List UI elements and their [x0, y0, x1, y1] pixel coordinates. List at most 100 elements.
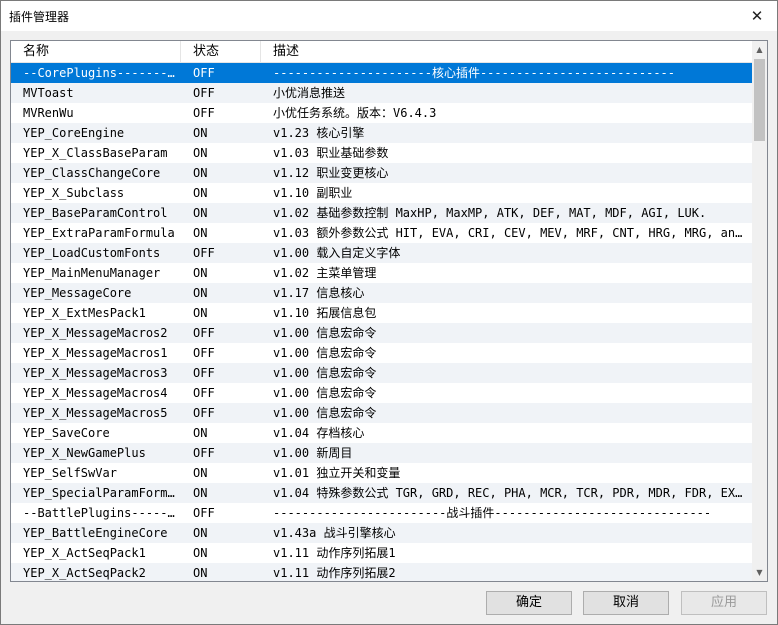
table-row[interactable]: YEP_LoadCustomFonts OFF v1.00 载入自定义字体: [11, 243, 752, 263]
table-row[interactable]: YEP_X_ActSeqPack1 ON v1.11 动作序列拓展1: [11, 543, 752, 563]
plugin-name-cell: YEP_X_MessageMacros5: [23, 406, 168, 420]
plugin-description-cell: v1.10 副职业: [273, 186, 353, 200]
plugin-list[interactable]: 名称 状态 描述 --CorePlugins--------- OFF ------…: [10, 40, 768, 582]
plugin-name-cell: --BattlePlugins-------: [23, 506, 181, 520]
plugin-description-cell: v1.43a 战斗引擎核心: [273, 526, 396, 540]
plugin-name-cell: YEP_ExtraParamFormula: [23, 226, 175, 240]
table-row[interactable]: YEP_X_MessageMacros4 OFF v1.00 信息宏命令: [11, 383, 752, 403]
table-row[interactable]: YEP_ClassChangeCore ON v1.12 职业变更核心: [11, 163, 752, 183]
plugin-description-cell: v1.10 拓展信息包: [273, 306, 377, 320]
table-row[interactable]: --BattlePlugins------- OFF ---------------…: [11, 503, 752, 523]
table-row[interactable]: YEP_X_ClassBaseParam ON v1.03 职业基础参数: [11, 143, 752, 163]
plugin-name-cell: YEP_SaveCore: [23, 426, 110, 440]
plugin-status-cell: OFF: [193, 406, 215, 420]
plugin-description-cell: v1.01 独立开关和变量: [273, 466, 401, 480]
title-bar: 插件管理器 ✕: [1, 1, 777, 31]
table-row[interactable]: YEP_BaseParamControl ON v1.02 基础参数控制 MaxHP…: [11, 203, 752, 223]
plugin-status-cell: OFF: [193, 106, 215, 120]
plugin-name-cell: YEP_MessageCore: [23, 286, 132, 300]
plugin-name-cell: YEP_X_NewGamePlus: [23, 446, 146, 460]
vertical-scrollbar[interactable]: ▲ ▼: [752, 41, 767, 581]
table-row[interactable]: YEP_X_ActSeqPack2 ON v1.11 动作序列拓展2: [11, 563, 752, 581]
plugin-name-cell: YEP_X_ExtMesPack1: [23, 306, 146, 320]
close-icon[interactable]: ✕: [737, 1, 777, 31]
plugin-status-cell: OFF: [193, 446, 215, 460]
plugin-status-cell: ON: [193, 266, 208, 280]
plugin-status-cell: ON: [193, 286, 208, 300]
plugin-description-cell: v1.04 特殊参数公式 TGR, GRD, REC, PHA, MCR, TC…: [273, 486, 749, 500]
apply-button[interactable]: 应用: [681, 591, 767, 615]
scrollbar-thumb[interactable]: [754, 59, 765, 141]
table-row[interactable]: YEP_X_ExtMesPack1 ON v1.10 拓展信息包: [11, 303, 752, 323]
plugin-status-cell: ON: [193, 206, 208, 220]
table-row[interactable]: YEP_CoreEngine ON v1.23 核心引擎: [11, 123, 752, 143]
plugin-name-cell: YEP_X_MessageMacros2: [23, 326, 168, 340]
table-row[interactable]: YEP_SaveCore ON v1.04 存档核心: [11, 423, 752, 443]
plugin-status-cell: ON: [193, 566, 208, 580]
plugin-name-cell: YEP_SpecialParamFormula: [23, 486, 181, 500]
plugin-description-cell: v1.23 核心引擎: [273, 126, 365, 140]
table-row[interactable]: YEP_X_MessageMacros1 OFF v1.00 信息宏命令: [11, 343, 752, 363]
plugin-status-cell: OFF: [193, 86, 215, 100]
scroll-up-arrow-icon[interactable]: ▲: [752, 41, 767, 58]
plugin-description-cell: v1.00 信息宏命令: [273, 366, 377, 380]
plugin-status-cell: OFF: [193, 346, 215, 360]
plugin-manager-window: 插件管理器 ✕ 名称 状态 描述 --CorePlugins--------- O…: [0, 0, 778, 625]
table-row[interactable]: YEP_MessageCore ON v1.17 信息核心: [11, 283, 752, 303]
plugin-description-cell: v1.17 信息核心: [273, 286, 365, 300]
plugin-description-cell: v1.02 主菜单管理: [273, 266, 377, 280]
plugin-name-cell: YEP_X_ClassBaseParam: [23, 146, 168, 160]
table-row[interactable]: YEP_BattleEngineCore ON v1.43a 战斗引擎核心: [11, 523, 752, 543]
plugin-description-cell: v1.00 信息宏命令: [273, 406, 377, 420]
plugin-description-cell: v1.00 信息宏命令: [273, 386, 377, 400]
ok-button[interactable]: 确定: [486, 591, 572, 615]
column-header-name[interactable]: 名称: [11, 41, 181, 62]
table-row[interactable]: YEP_X_NewGamePlus OFF v1.00 新周目: [11, 443, 752, 463]
table-row[interactable]: MVToast OFF 小优消息推送: [11, 83, 752, 103]
plugin-status-cell: ON: [193, 486, 208, 500]
plugin-name-cell: YEP_X_MessageMacros4: [23, 386, 168, 400]
plugin-name-cell: YEP_CoreEngine: [23, 126, 125, 140]
plugin-status-cell: OFF: [193, 506, 215, 520]
plugin-status-cell: OFF: [193, 326, 215, 340]
plugin-status-cell: ON: [193, 306, 208, 320]
plugin-name-cell: YEP_X_ActSeqPack1: [23, 546, 146, 560]
table-row[interactable]: YEP_X_Subclass ON v1.10 副职业: [11, 183, 752, 203]
plugin-description-cell: ------------------------战斗插件------------…: [273, 506, 712, 520]
plugin-description-cell: v1.00 载入自定义字体: [273, 246, 401, 260]
plugin-name-cell: YEP_X_Subclass: [23, 186, 125, 200]
plugin-name-cell: --CorePlugins---------: [23, 66, 181, 80]
plugin-status-cell: ON: [193, 146, 208, 160]
plugin-description-cell: v1.02 基础参数控制 MaxHP, MaxMP, ATK, DEF, MAT…: [273, 206, 707, 220]
plugin-name-cell: MVRenWu: [23, 106, 74, 120]
table-row[interactable]: YEP_SelfSwVar ON v1.01 独立开关和变量: [11, 463, 752, 483]
plugin-name-cell: YEP_X_ActSeqPack2: [23, 566, 146, 580]
column-header-description[interactable]: 描述: [261, 41, 752, 62]
table-row[interactable]: YEP_X_MessageMacros2 OFF v1.00 信息宏命令: [11, 323, 752, 343]
scroll-down-arrow-icon[interactable]: ▼: [752, 564, 767, 581]
plugin-status-cell: OFF: [193, 66, 215, 80]
plugin-name-cell: YEP_BaseParamControl: [23, 206, 168, 220]
plugin-description-cell: 小优消息推送: [273, 86, 346, 100]
plugin-description-cell: v1.03 额外参数公式 HIT, EVA, CRI, CEV, MEV, MR…: [273, 226, 743, 240]
table-row[interactable]: YEP_MainMenuManager ON v1.02 主菜单管理: [11, 263, 752, 283]
plugin-status-cell: OFF: [193, 366, 215, 380]
plugin-name-cell: YEP_MainMenuManager: [23, 266, 161, 280]
table-row[interactable]: YEP_X_MessageMacros3 OFF v1.00 信息宏命令: [11, 363, 752, 383]
plugin-description-cell: v1.12 职业变更核心: [273, 166, 389, 180]
plugin-description-cell: v1.00 信息宏命令: [273, 346, 377, 360]
plugin-status-cell: ON: [193, 126, 208, 140]
plugin-name-cell: YEP_ClassChangeCore: [23, 166, 161, 180]
table-row[interactable]: YEP_SpecialParamFormula ON v1.04 特殊参数公式 TG…: [11, 483, 752, 503]
plugin-description-cell: v1.03 职业基础参数: [273, 146, 389, 160]
cancel-button[interactable]: 取消: [583, 591, 669, 615]
table-row[interactable]: YEP_X_MessageMacros5 OFF v1.00 信息宏命令: [11, 403, 752, 423]
list-header: 名称 状态 描述: [11, 41, 752, 63]
table-row[interactable]: MVRenWu OFF 小优任务系统。版本：V6.4.3: [11, 103, 752, 123]
table-row[interactable]: --CorePlugins--------- OFF ---------------…: [11, 63, 752, 83]
plugin-status-cell: ON: [193, 226, 208, 240]
column-header-status[interactable]: 状态: [181, 41, 261, 62]
table-row[interactable]: YEP_ExtraParamFormula ON v1.03 额外参数公式 HIT,…: [11, 223, 752, 243]
plugin-name-cell: YEP_LoadCustomFonts: [23, 246, 161, 260]
plugin-status-cell: ON: [193, 426, 208, 440]
